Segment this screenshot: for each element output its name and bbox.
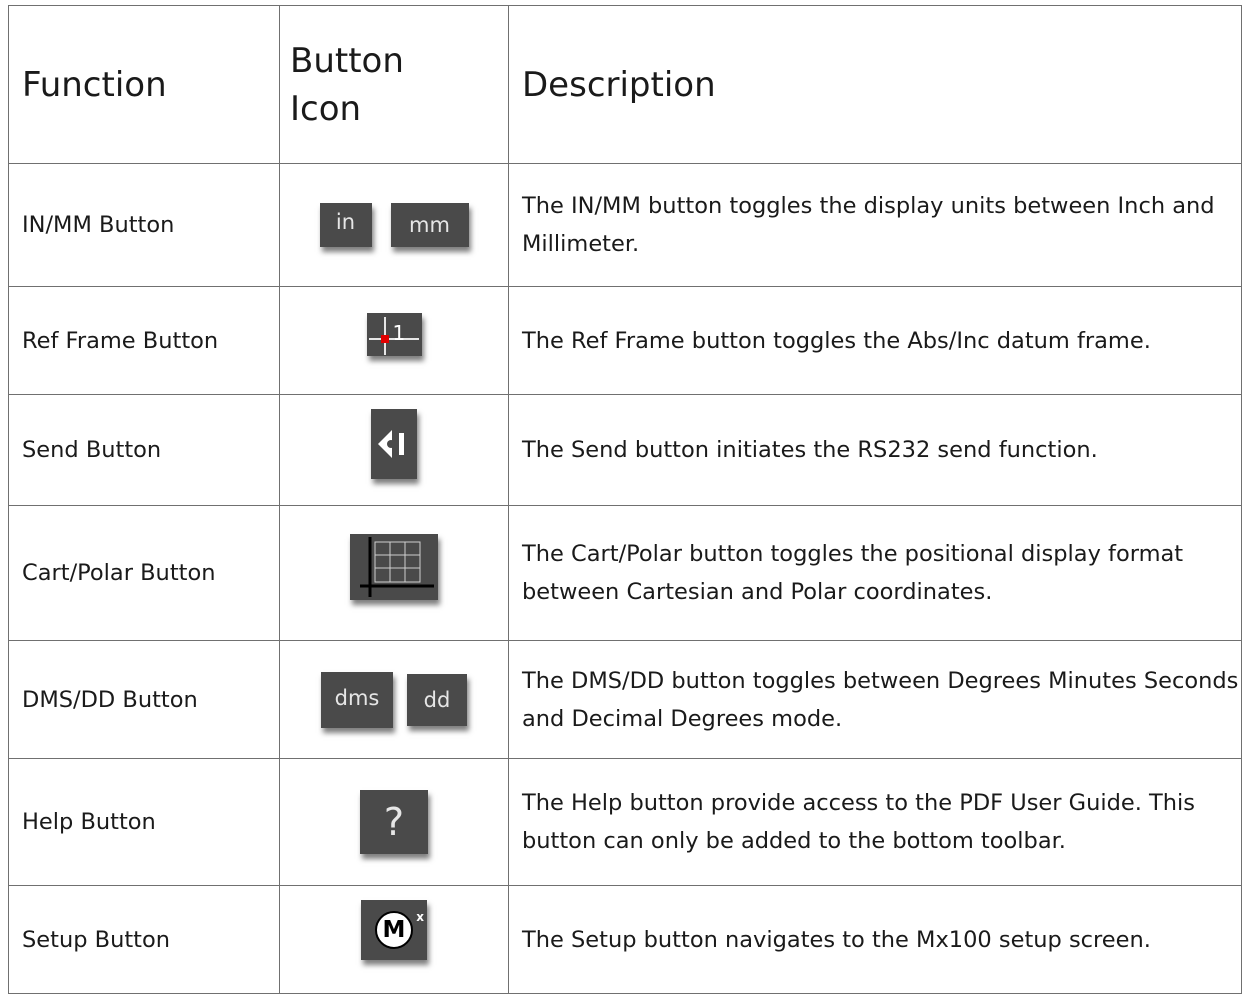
header-row: Function Button Icon Description — [8, 5, 1242, 164]
function-description: The Ref Frame button toggles the Abs/Inc… — [508, 286, 1242, 395]
header-function: Function — [8, 5, 280, 164]
mx-logo-letter: M — [382, 916, 406, 943]
header-button-icon: Button Icon — [279, 5, 509, 164]
mx-logo-circle: M — [375, 911, 413, 949]
mm-button-icon: mm — [390, 203, 469, 247]
function-description: The IN/MM button toggles the display uni… — [508, 163, 1242, 287]
button-reference-table: Function Button Icon Description IN/MM B… — [8, 5, 1242, 994]
function-description: The Cart/Polar button toggles the positi… — [508, 505, 1242, 641]
table-row: Cart/Polar Button The Cart/Polar button … — [8, 505, 1242, 641]
table-row: DMS/DD Button dms dd The DMS/DD button t… — [8, 640, 1242, 759]
function-name: Cart/Polar Button — [8, 505, 280, 641]
function-description: The Setup button navigates to the Mx100 … — [508, 885, 1242, 994]
function-description: The DMS/DD button toggles between Degree… — [508, 640, 1242, 759]
function-description: The Help button provide access to the PD… — [508, 758, 1242, 886]
button-icon-cell: M x — [279, 885, 509, 994]
header-description: Description — [508, 5, 1242, 164]
cart-polar-grid-icon — [350, 534, 438, 600]
button-icon-cell: 1 — [279, 286, 509, 395]
function-name: DMS/DD Button — [8, 640, 280, 759]
mx-logo-icon: M x — [361, 900, 427, 960]
mx-logo-superscript: x — [416, 910, 424, 924]
send-icon — [371, 409, 417, 479]
function-description: The Send button initiates the RS232 send… — [508, 394, 1242, 506]
function-name: Ref Frame Button — [8, 286, 280, 395]
table-row: IN/MM Button in mm The IN/MM button togg… — [8, 163, 1242, 287]
button-icon-cell: in mm — [279, 163, 509, 287]
button-icon-cell: ? — [279, 758, 509, 886]
function-name: Setup Button — [8, 885, 280, 994]
ref-frame-icon: 1 — [366, 313, 422, 356]
function-name: IN/MM Button — [8, 163, 280, 287]
function-name: Send Button — [8, 394, 280, 506]
function-name: Help Button — [8, 758, 280, 886]
dms-button-icon: dms — [321, 671, 393, 728]
button-icon-cell — [279, 505, 509, 641]
in-button-icon: in — [319, 203, 372, 247]
dd-button-icon: dd — [407, 673, 467, 726]
table-row: Help Button ? The Help button provide ac… — [8, 758, 1242, 886]
table-row: Send Button The Send button initiates th… — [8, 394, 1242, 506]
help-icon: ? — [360, 790, 428, 854]
button-icon-cell: dms dd — [279, 640, 509, 759]
table-row: Setup Button M x The Setup button naviga… — [8, 885, 1242, 994]
ref-frame-number: 1 — [392, 321, 406, 345]
button-icon-cell — [279, 394, 509, 506]
table-row: Ref Frame Button 1 The Ref Frame button … — [8, 286, 1242, 395]
